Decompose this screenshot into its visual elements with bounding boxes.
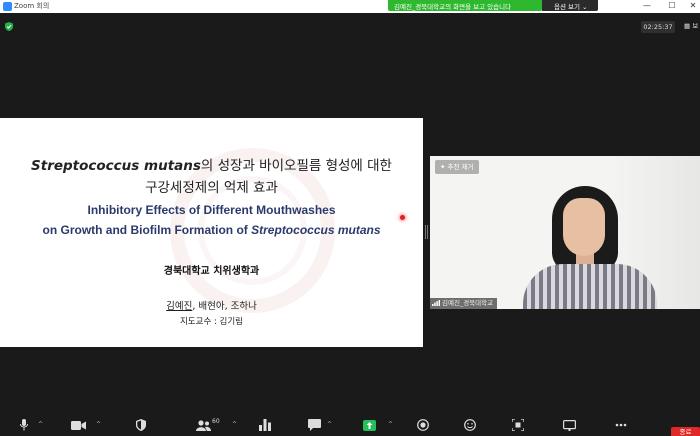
microphone-icon[interactable] <box>18 417 30 433</box>
chat-options-caret[interactable]: ^ <box>327 421 332 428</box>
slide-authors: 김예진, 배현아, 조하나 <box>0 298 423 312</box>
view-options-label: 옵션 보기 ⌄ <box>554 3 588 11</box>
slide-title-english-species: Streptococcus mutans <box>251 223 381 237</box>
encryption-shield-icon[interactable] <box>5 22 13 31</box>
panel-splitter-handle[interactable] <box>425 225 428 239</box>
slide-title-english-plain: on Growth and Biofilm Formation of <box>42 223 252 237</box>
slide-title-species: Streptococcus mutans <box>31 158 201 174</box>
maximize-icon[interactable]: ☐ <box>665 1 679 11</box>
video-camera-icon[interactable] <box>70 417 86 433</box>
participant-video-tile[interactable]: ✦ 추천 제거 김예진_경북대학교 <box>430 156 700 309</box>
zoom-app-icon <box>3 2 12 11</box>
reactions-icon[interactable] <box>463 417 477 433</box>
share-options-caret[interactable]: ^ <box>388 421 393 428</box>
slide-title-english-line1: Inhibitory Effects of Different Mouthwas… <box>87 203 336 217</box>
screen-share-banner: 김예진_경북대학교의 화면을 보고 있습니다 <box>388 0 542 11</box>
participants-count: 60 <box>212 418 220 425</box>
view-button[interactable]: ▦ 보 <box>684 20 698 30</box>
polls-icon[interactable] <box>258 417 272 433</box>
slide-coauthors: , 배현아, 조하나 <box>192 301 257 312</box>
remove-spotlight-label: 추천 제거 <box>447 163 474 171</box>
audio-options-caret[interactable]: ^ <box>38 421 43 428</box>
record-icon[interactable] <box>416 417 430 433</box>
minimize-icon[interactable]: — <box>640 1 654 11</box>
participant-name: 김예진_경북대학교 <box>442 299 494 307</box>
participants-options-caret[interactable]: ^ <box>232 421 237 428</box>
slide-advisor: 지도교수 : 김기림 <box>179 317 243 327</box>
slide-title-korean-rest: 의 성장과 바이오필름 형성에 대한 <box>200 158 392 174</box>
shared-screen-slide: Streptococcus mutans의 성장과 바이오필름 형성에 대한 구… <box>0 118 423 347</box>
meeting-timer: 02:25:37 <box>641 21 675 33</box>
participant-face <box>563 198 605 256</box>
slide-title-korean-line1: Streptococcus mutans의 성장과 바이오필름 형성에 대한 <box>0 154 423 174</box>
share-screen-icon[interactable] <box>362 417 376 433</box>
close-icon[interactable]: ✕ <box>686 1 700 11</box>
slide-department: 경북대학교 치위생학과 <box>163 266 260 277</box>
laser-pointer <box>400 215 405 220</box>
end-meeting-button[interactable]: 종료 <box>671 427 700 436</box>
share-banner-text: 김예진_경북대학교의 화면을 보고 있습니다 <box>394 3 512 11</box>
slide-title-korean-line2: 구강세정제의 억제 효과 <box>145 180 278 196</box>
remove-spotlight-button[interactable]: ✦ 추천 제거 <box>435 160 479 174</box>
meeting-toolbar: ^ ^ 60 ^ ^ ^ <box>0 414 700 436</box>
participants-icon[interactable] <box>195 417 211 433</box>
view-button-label: 보 <box>692 22 699 30</box>
security-shield-icon[interactable] <box>135 417 147 433</box>
slide-presenter-name: 김예진 <box>166 301 193 312</box>
video-options-caret[interactable]: ^ <box>96 421 101 428</box>
chat-icon[interactable] <box>307 417 321 433</box>
signal-strength-icon <box>432 300 440 306</box>
participant-name-tag: 김예진_경북대학교 <box>430 298 498 309</box>
view-options-button[interactable]: 옵션 보기 ⌄ <box>542 0 598 11</box>
apps-icon[interactable] <box>511 417 525 433</box>
more-options-icon[interactable] <box>614 417 628 433</box>
window-title: Zoom 회의 <box>14 2 50 10</box>
whiteboard-icon[interactable] <box>562 417 576 433</box>
participant-shirt <box>523 264 657 309</box>
slide-title-english-line2: on Growth and Biofilm Formation of Strep… <box>0 223 423 237</box>
